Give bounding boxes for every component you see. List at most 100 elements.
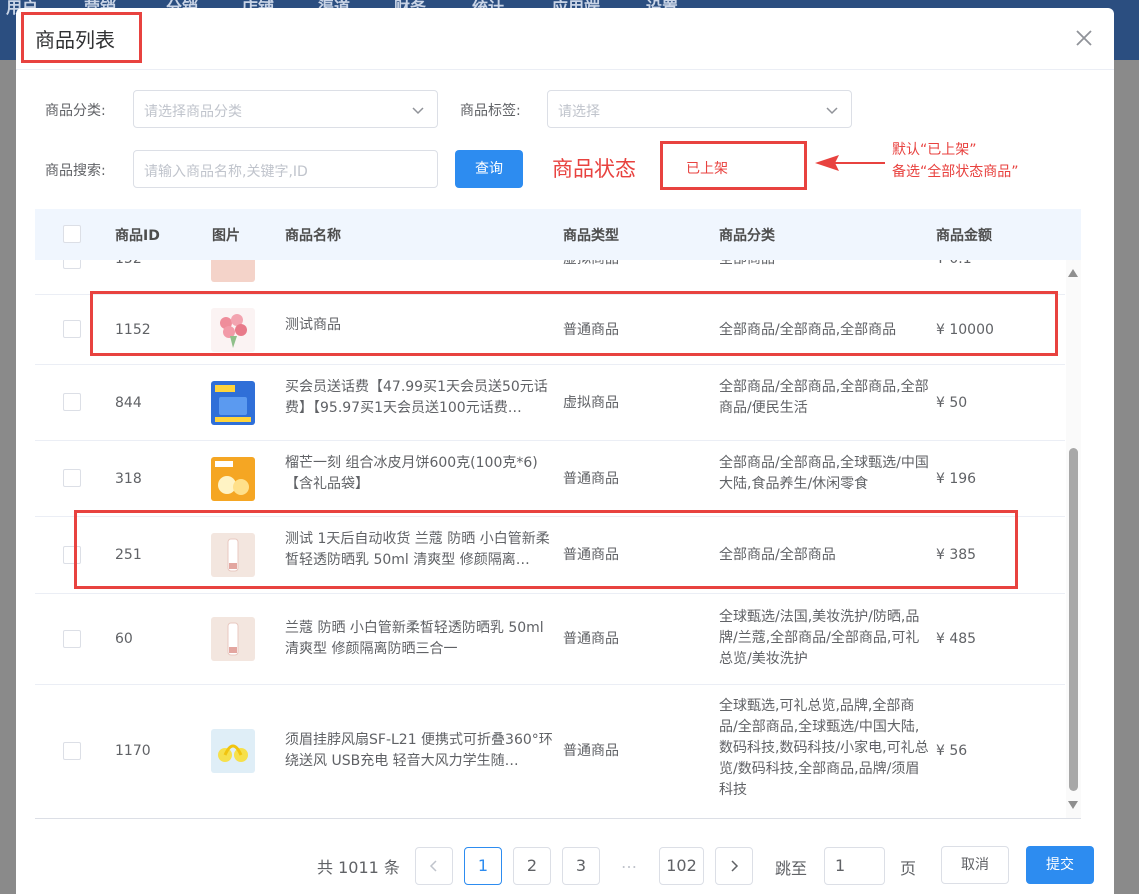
- row-category: 全球甄选/法国,美妆洗护/防晒,品牌/兰蔻,全部商品/全部商品,可礼总览/美妆洗…: [719, 609, 920, 667]
- product-image: [211, 617, 255, 661]
- chevron-down-icon: [826, 107, 838, 115]
- scroll-up-arrow-icon[interactable]: [1068, 269, 1078, 277]
- chevron-down-icon: [412, 107, 424, 115]
- row-price: ¥ 0.1: [936, 260, 972, 270]
- tag-select[interactable]: 请选择: [547, 90, 852, 128]
- page-button-1[interactable]: 1: [464, 847, 502, 885]
- status-annotation-label: 商品状态: [552, 157, 636, 181]
- jump-label: 跳至: [775, 859, 808, 878]
- category-placeholder: 请选择商品分类: [144, 104, 242, 120]
- header-type: 商品类型: [563, 228, 619, 244]
- select-all-checkbox[interactable]: [63, 225, 81, 243]
- table-row[interactable]: 251 测试 1天后自动收货 兰蔻 防晒 小白管新柔皙轻透防晒乳 50ml 清爽…: [35, 517, 1065, 594]
- row-price: ¥ 196: [936, 471, 977, 487]
- row-price: ¥ 56: [936, 743, 968, 759]
- table-row[interactable]: 844 买会员送话费【47.99买1天会员送50元话费】【95.97买1天会员送…: [35, 365, 1065, 441]
- row-name: 测试 1天后自动收货 兰蔻 防晒 小白管新柔皙轻透防晒乳 50ml 清爽型 修颜…: [285, 531, 550, 568]
- table-row[interactable]: 318 榴芒一刻 组合冰皮月饼600克(100克*6)【含礼品袋】 普通商品 全…: [35, 441, 1065, 517]
- row-id: 1170: [115, 743, 151, 759]
- row-category: 全部商品/全部商品,全球甄选/中国大陆,食品养生/休闲零食: [719, 455, 929, 492]
- row-price: ¥ 10000: [936, 322, 994, 338]
- row-id: 844: [115, 395, 142, 411]
- row-type: 普通商品: [563, 471, 619, 487]
- submit-button[interactable]: 提交: [1026, 846, 1094, 884]
- table-header: 商品ID 图片 商品名称 商品类型 商品分类 商品金额: [35, 209, 1081, 260]
- query-button[interactable]: 查询: [455, 150, 523, 188]
- arrow-left-icon: [815, 155, 885, 171]
- background-overlay-right: [1114, 60, 1139, 894]
- row-checkbox[interactable]: [63, 320, 81, 338]
- status-select[interactable]: 已上架: [660, 141, 807, 190]
- product-image: [211, 308, 255, 352]
- total-count: 共 1011 条: [317, 858, 400, 877]
- row-price: ¥ 385: [936, 547, 977, 563]
- jump-page-input[interactable]: 1: [824, 847, 885, 885]
- product-list-modal: 商品列表 商品分类: 请选择商品分类 商品标签: 请选择 商品搜索: 请输入商品…: [16, 8, 1114, 894]
- scrollbar-thumb[interactable]: [1069, 448, 1078, 791]
- table-row[interactable]: 1170 须眉挂脖风扇SF-L21 便携式可折叠360°环绕送风 USB充电 轻…: [35, 685, 1065, 819]
- prev-page-button[interactable]: [415, 847, 453, 885]
- table-row[interactable]: 60 兰蔻 防晒 小白管新柔皙轻透防晒乳 50ml 清爽型 修颜隔离防晒三合一 …: [35, 594, 1065, 685]
- background-overlay-left: [0, 60, 16, 894]
- close-icon[interactable]: [1072, 26, 1096, 50]
- row-id: 318: [115, 471, 142, 487]
- row-type: 虚拟商品: [563, 395, 619, 411]
- scroll-down-arrow-icon[interactable]: [1068, 801, 1078, 809]
- cancel-button[interactable]: 取消: [941, 846, 1009, 884]
- row-price: ¥ 485: [936, 631, 977, 647]
- row-checkbox[interactable]: [63, 260, 81, 269]
- header-category: 商品分类: [719, 228, 775, 244]
- row-type: 普通商品: [563, 322, 619, 338]
- row-category: 全部商品/全部商品: [719, 547, 836, 563]
- page-button-2[interactable]: 2: [513, 847, 551, 885]
- header-image: 图片: [212, 228, 240, 244]
- product-image: [211, 457, 255, 501]
- page-ellipsis[interactable]: …: [621, 853, 637, 872]
- header-id: 商品ID: [115, 228, 160, 244]
- modal-title: 商品列表: [35, 28, 115, 52]
- row-category: 全球甄选,可礼总览,品牌,全部商品/全部商品,全球甄选/中国大陆,数码科技,数码…: [719, 698, 929, 798]
- search-placeholder: 请输入商品名称,关键字,ID: [144, 164, 308, 180]
- row-id: 152: [115, 260, 142, 270]
- product-image: [211, 729, 255, 773]
- row-name: 须眉挂脖风扇SF-L21 便携式可折叠360°环绕送风 USB充电 轻音大风力学…: [285, 732, 553, 769]
- row-type: 虚拟商品: [563, 260, 619, 270]
- product-image: [211, 533, 255, 577]
- page-button-3[interactable]: 3: [562, 847, 600, 885]
- row-checkbox[interactable]: [63, 546, 81, 564]
- row-checkbox[interactable]: [63, 469, 81, 487]
- product-image: [211, 381, 255, 425]
- row-checkbox[interactable]: [63, 630, 81, 648]
- row-id: 1152: [115, 322, 151, 338]
- page-unit-label: 页: [900, 859, 917, 878]
- row-type: 普通商品: [563, 743, 619, 759]
- row-name: 兰蔻 防晒 小白管新柔皙轻透防晒乳 50ml 清爽型 修颜隔离防晒三合一: [285, 620, 544, 657]
- header-price: 商品金额: [936, 228, 992, 244]
- row-type: 普通商品: [563, 631, 619, 647]
- row-id: 251: [115, 547, 142, 563]
- product-image: [211, 260, 255, 282]
- row-checkbox[interactable]: [63, 742, 81, 760]
- search-input[interactable]: 请输入商品名称,关键字,ID: [133, 150, 438, 188]
- category-select[interactable]: 请选择商品分类: [133, 90, 438, 128]
- table-body: 152 虚拟商品 全部商品 ¥ 0.1 1152 测试商品 普通商品 全部商品/…: [35, 260, 1065, 819]
- row-category: 全部商品: [719, 260, 775, 270]
- search-label: 商品搜索:: [45, 163, 106, 179]
- row-category: 全部商品/全部商品,全部商品: [719, 322, 897, 338]
- row-name: 榴芒一刻 组合冰皮月饼600克(100克*6)【含礼品袋】: [285, 455, 538, 492]
- next-page-button[interactable]: [715, 847, 753, 885]
- tag-placeholder: 请选择: [558, 104, 600, 120]
- status-value: 已上架: [686, 161, 728, 177]
- row-checkbox[interactable]: [63, 393, 81, 411]
- row-price: ¥ 50: [936, 395, 968, 411]
- table-row[interactable]: 1152 测试商品 普通商品 全部商品/全部商品,全部商品 ¥ 10000: [35, 295, 1065, 365]
- annotation-note-1: 默认“已上架”: [892, 142, 977, 158]
- row-id: 60: [115, 631, 133, 647]
- annotation-note-2: 备选“全部状态商品”: [892, 164, 1019, 180]
- row-name: 买会员送话费【47.99买1天会员送50元话费】【95.97买1天会员送100元…: [285, 379, 548, 416]
- chevron-left-icon: [429, 860, 437, 872]
- table-row[interactable]: 152 虚拟商品 全部商品 ¥ 0.1: [35, 260, 1065, 295]
- tag-label: 商品标签:: [460, 103, 521, 119]
- page-button-last[interactable]: 102: [659, 847, 704, 885]
- row-name: 测试商品: [285, 317, 341, 333]
